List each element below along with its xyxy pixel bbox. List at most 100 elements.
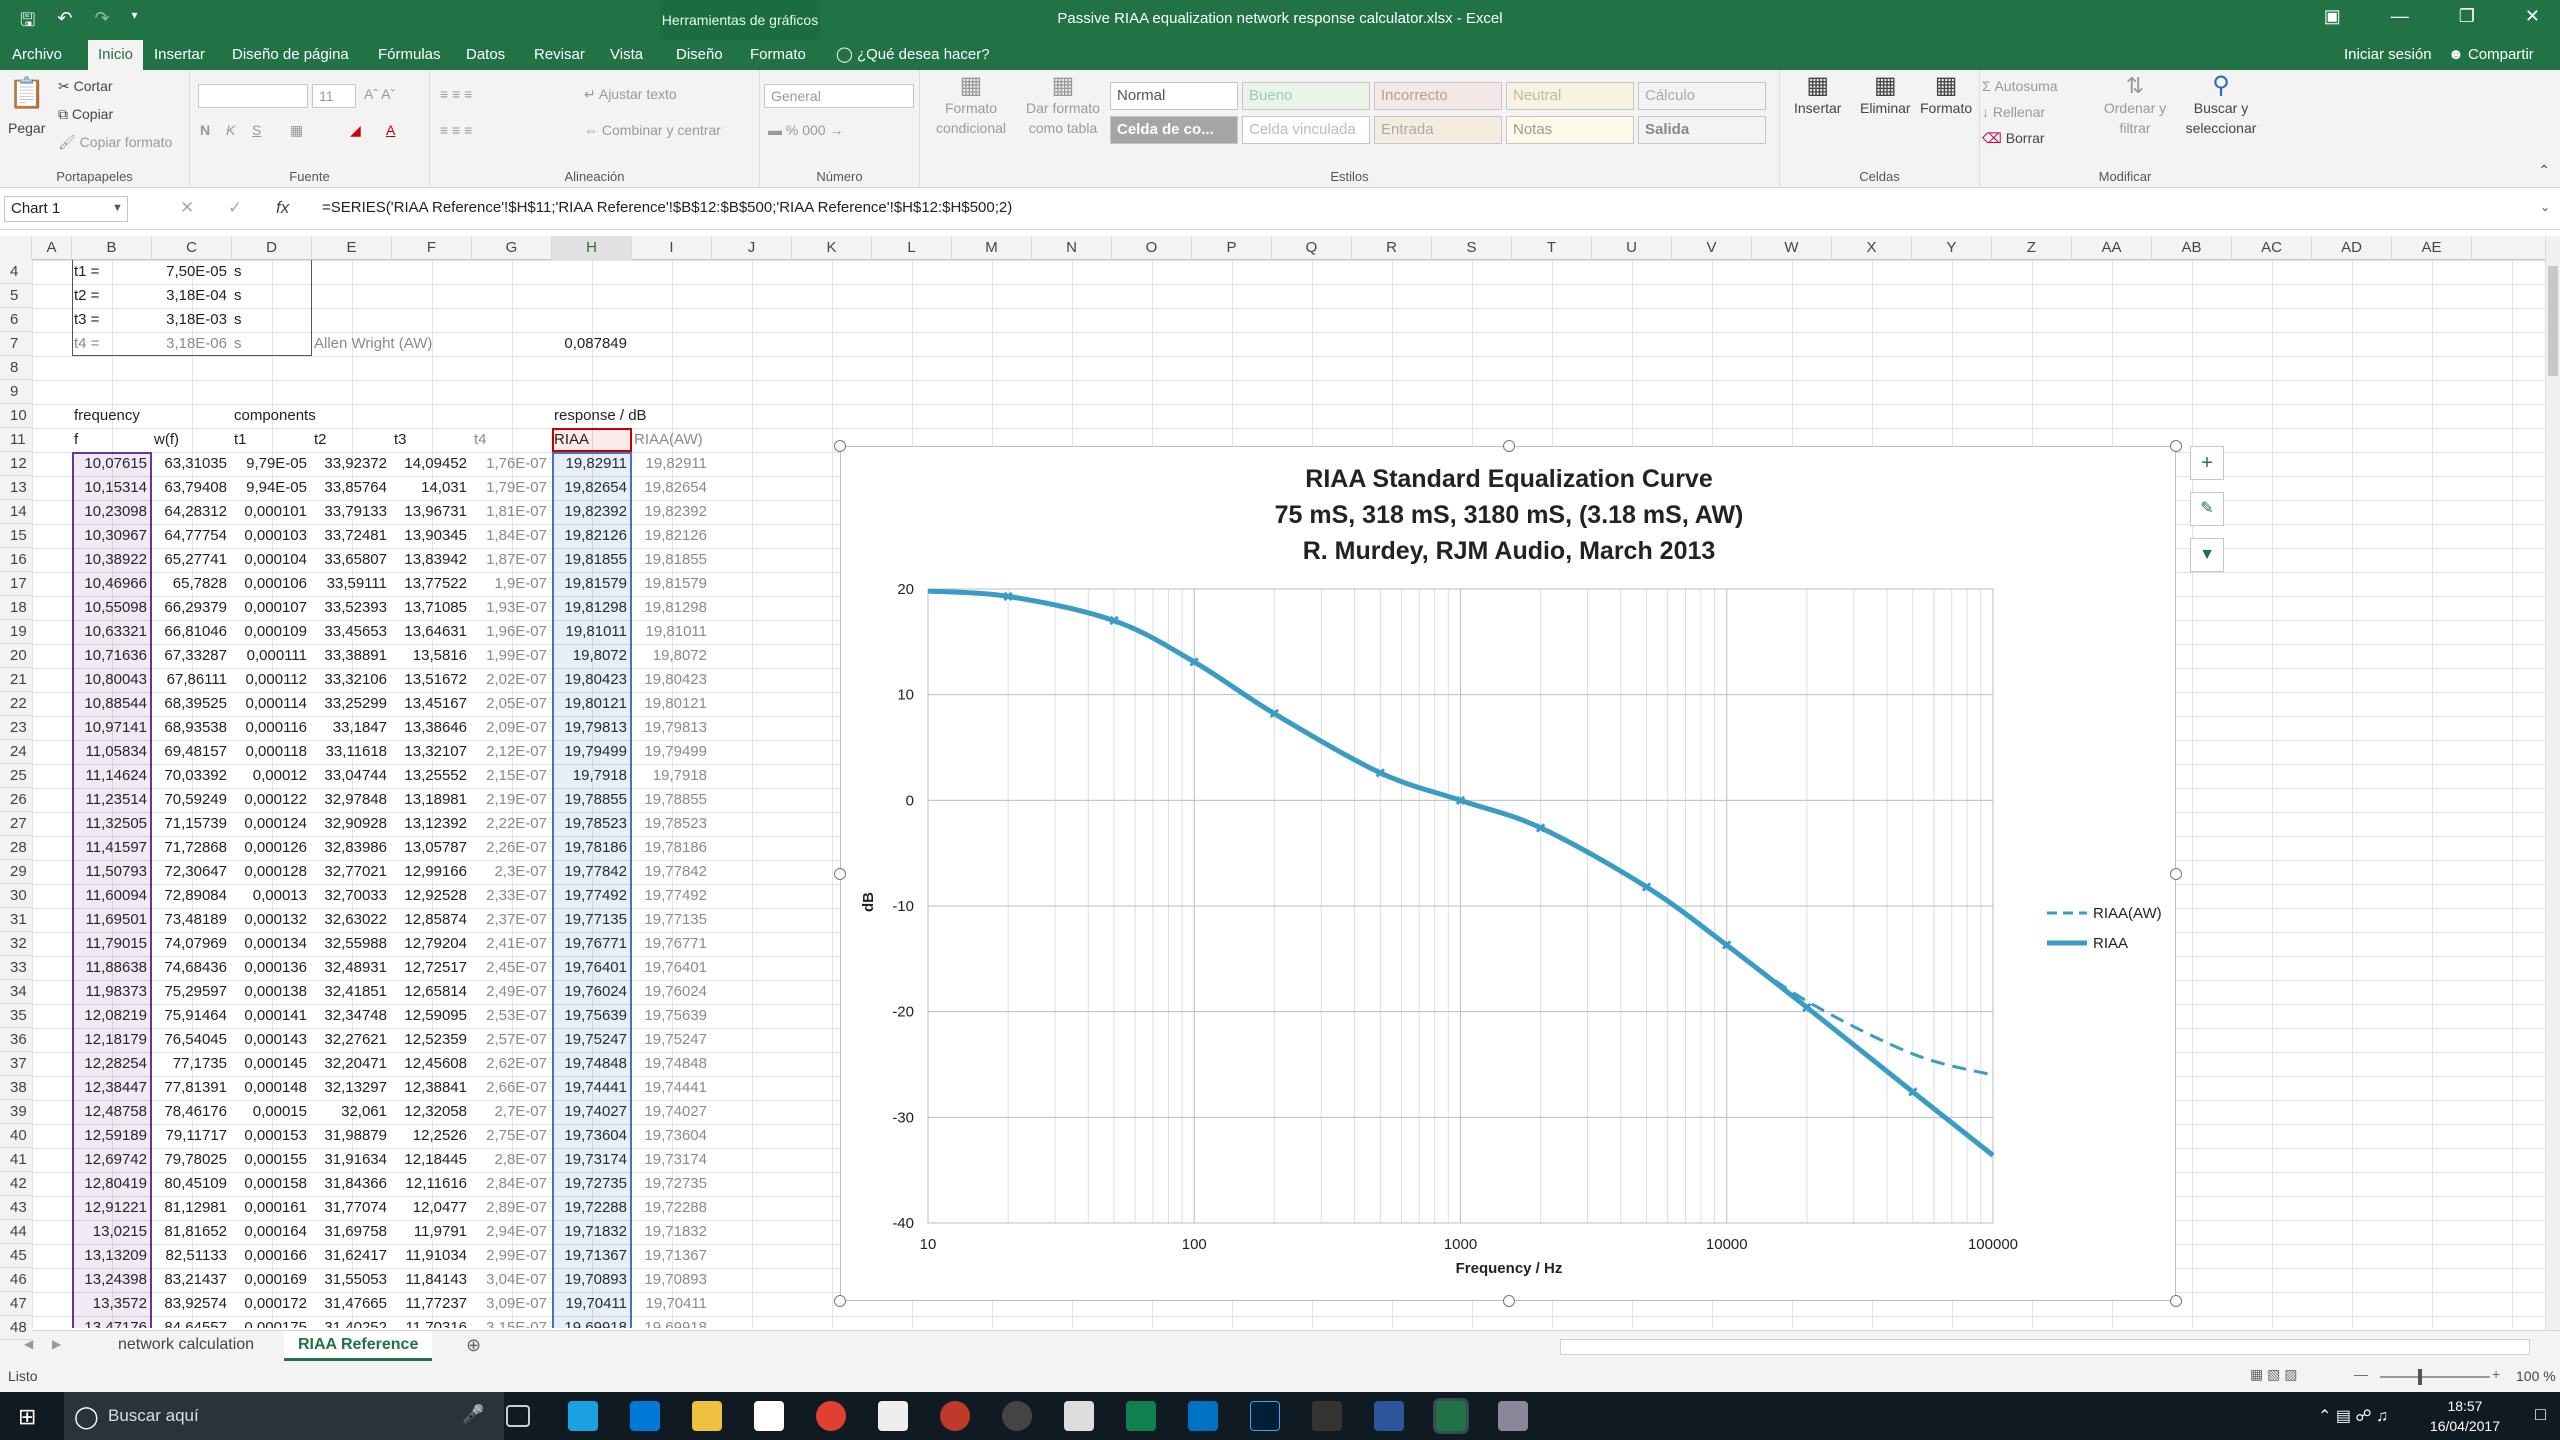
row-header[interactable]: 24	[0, 740, 32, 764]
sort-filter-button[interactable]: ⇅ Ordenar y filtrar	[2100, 75, 2170, 138]
cell[interactable]: 12,59095	[394, 1004, 470, 1028]
row-header[interactable]: 14	[0, 500, 32, 524]
cell[interactable]: 31,69758	[314, 1220, 390, 1244]
column-header-g[interactable]: G	[472, 236, 552, 260]
cell[interactable]: 0,000161	[234, 1196, 310, 1220]
cell[interactable]: 12,38447	[74, 1076, 150, 1100]
cell[interactable]: 12,0477	[394, 1196, 470, 1220]
cell[interactable]: 0,000114	[234, 692, 310, 716]
cell[interactable]: 0,00013	[234, 884, 310, 908]
cell[interactable]: 0,000155	[234, 1148, 310, 1172]
column-header-b[interactable]: B	[72, 236, 152, 260]
cell[interactable]: 2,62E-07	[474, 1052, 550, 1076]
cell[interactable]: 0,000172	[234, 1292, 310, 1316]
cell[interactable]: 19,81579	[554, 572, 630, 596]
row-header[interactable]: 17	[0, 572, 32, 596]
cell[interactable]: 19,77135	[554, 908, 630, 932]
cell[interactable]: 0,000164	[234, 1220, 310, 1244]
row-header[interactable]: 43	[0, 1196, 32, 1220]
cell[interactable]: 0,000138	[234, 980, 310, 1004]
cell[interactable]: 3,18E-03	[154, 308, 230, 332]
cell[interactable]: 33,1847	[314, 716, 390, 740]
row-header[interactable]: 44	[0, 1220, 32, 1244]
cell[interactable]: 70,03392	[154, 764, 230, 788]
cell[interactable]: 2,99E-07	[474, 1244, 550, 1268]
style-entrada[interactable]: Entrada	[1374, 116, 1502, 144]
chart-filters-button[interactable]: ▼	[2190, 538, 2224, 572]
cell[interactable]: t4 =	[74, 332, 150, 356]
cell[interactable]: 19,77842	[554, 860, 630, 884]
cell[interactable]: 1,84E-07	[474, 524, 550, 548]
cell[interactable]: 12,08219	[74, 1004, 150, 1028]
cell[interactable]: 70,59249	[154, 788, 230, 812]
cell[interactable]: 11,14624	[74, 764, 150, 788]
cell[interactable]: 11,05834	[74, 740, 150, 764]
cell[interactable]: 68,39525	[154, 692, 230, 716]
column-header-v[interactable]: V	[1672, 236, 1752, 260]
word-icon[interactable]	[1374, 1401, 1404, 1431]
cell[interactable]: t1	[234, 428, 310, 452]
cell[interactable]: 32,90928	[314, 812, 390, 836]
cell[interactable]: 19,75247	[634, 1028, 710, 1052]
add-sheet-icon[interactable]: ⊕	[466, 1335, 481, 1356]
row-header[interactable]: 37	[0, 1052, 32, 1076]
cell[interactable]: 13,77522	[394, 572, 470, 596]
cell[interactable]: 13,45167	[394, 692, 470, 716]
cell[interactable]: 33,32106	[314, 668, 390, 692]
cell[interactable]: 11,77237	[394, 1292, 470, 1316]
cell[interactable]: 33,72481	[314, 524, 390, 548]
cell[interactable]: 2,15E-07	[474, 764, 550, 788]
row-header[interactable]: 41	[0, 1148, 32, 1172]
share-button[interactable]: ☻ Compartir	[2448, 40, 2534, 70]
cell[interactable]: 12,85874	[394, 908, 470, 932]
cell[interactable]: 2,57E-07	[474, 1028, 550, 1052]
cell[interactable]: 33,52393	[314, 596, 390, 620]
cell[interactable]: 19,8072	[554, 644, 630, 668]
cell[interactable]: 0,000148	[234, 1076, 310, 1100]
cell[interactable]: 0,000141	[234, 1004, 310, 1028]
row-header[interactable]: 32	[0, 932, 32, 956]
cell[interactable]: 11,98373	[74, 980, 150, 1004]
row-header[interactable]: 20	[0, 644, 32, 668]
cell[interactable]: 12,11616	[394, 1172, 470, 1196]
cell[interactable]: 1,93E-07	[474, 596, 550, 620]
cell[interactable]: 0,000132	[234, 908, 310, 932]
cell[interactable]: 2,8E-07	[474, 1148, 550, 1172]
cell[interactable]: 19,71832	[554, 1220, 630, 1244]
cell[interactable]: 81,81652	[154, 1220, 230, 1244]
cell[interactable]: 77,81391	[154, 1076, 230, 1100]
cell[interactable]: 72,89084	[154, 884, 230, 908]
column-header-ae[interactable]: AE	[2392, 236, 2472, 260]
column-header-w[interactable]: W	[1752, 236, 1832, 260]
style-notas[interactable]: Notas	[1506, 116, 1634, 144]
cell[interactable]: 33,79133	[314, 500, 390, 524]
cell[interactable]: 2,7E-07	[474, 1100, 550, 1124]
font-size-box[interactable]: 11	[312, 84, 356, 108]
cell[interactable]: 19,78186	[554, 836, 630, 860]
cell[interactable]: 31,91634	[314, 1148, 390, 1172]
cell[interactable]: 83,21437	[154, 1268, 230, 1292]
cell[interactable]: 13,47176	[74, 1316, 150, 1328]
resize-handle-e[interactable]	[2170, 868, 2182, 880]
tab-datos[interactable]: Datos	[456, 40, 515, 70]
cell[interactable]: 32,20471	[314, 1052, 390, 1076]
cell[interactable]: 1,76E-07	[474, 452, 550, 476]
cell[interactable]: 10,30967	[74, 524, 150, 548]
column-header-a[interactable]: A	[32, 236, 72, 260]
cell[interactable]: 74,07969	[154, 932, 230, 956]
task-view-icon[interactable]	[506, 1405, 530, 1427]
cell[interactable]: 10,38922	[74, 548, 150, 572]
cell[interactable]: 19,73174	[554, 1148, 630, 1172]
row-header[interactable]: 31	[0, 908, 32, 932]
cell[interactable]: 11,60094	[74, 884, 150, 908]
cell[interactable]: 11,91034	[394, 1244, 470, 1268]
cell[interactable]: 7,50E-05	[154, 260, 230, 284]
cell[interactable]: 19,82126	[634, 524, 710, 548]
row-header[interactable]: 4	[0, 260, 32, 284]
column-header-f[interactable]: F	[392, 236, 472, 260]
cell[interactable]: 79,11717	[154, 1124, 230, 1148]
cell[interactable]: 12,28254	[74, 1052, 150, 1076]
cell[interactable]: 13,12392	[394, 812, 470, 836]
cell[interactable]: 1,9E-07	[474, 572, 550, 596]
app-icon-5[interactable]	[1126, 1401, 1156, 1431]
